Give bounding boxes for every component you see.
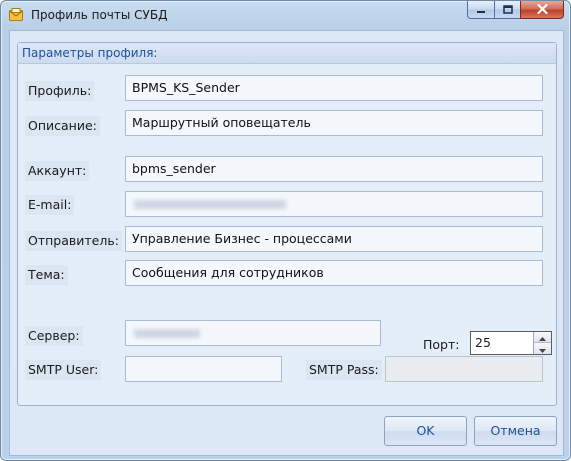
port-spinner[interactable]: 25 — [470, 331, 552, 355]
smtp-user-field[interactable] — [125, 356, 282, 382]
email-redaction — [134, 200, 286, 209]
group-title: Параметры профиля: — [22, 46, 158, 60]
smtp-pass-field[interactable] — [385, 356, 543, 382]
subject-field[interactable]: Сообщения для сотрудников — [125, 260, 543, 286]
ok-button[interactable]: OK — [384, 416, 467, 446]
server-label: Сервер: — [25, 326, 83, 346]
port-label: Порт: — [423, 337, 460, 352]
smtp-user-label: SMTP User: — [25, 360, 102, 380]
server-redaction — [134, 329, 200, 338]
profile-parameters-group: Параметры профиля: Профиль: BPMS_KS_Send… — [17, 42, 557, 406]
port-spin-buttons — [533, 332, 551, 354]
dialog-content: Параметры профиля: Профиль: BPMS_KS_Send… — [9, 30, 564, 456]
maximize-icon — [502, 3, 513, 17]
caption-buttons — [467, 1, 564, 21]
description-field[interactable]: Маршрутный оповещатель — [125, 110, 543, 136]
title-bar[interactable]: Профиль почты СУБД — [1, 1, 570, 29]
minimize-icon — [476, 3, 486, 17]
account-label: Аккаунт: — [25, 161, 90, 181]
mail-envelope-icon — [9, 8, 23, 21]
window-title: Профиль почты СУБД — [31, 8, 168, 22]
dialog-window: Профиль почты СУБД Параметры профиля: Пр… — [0, 0, 571, 461]
minimize-button[interactable] — [467, 1, 494, 19]
port-value: 25 — [475, 335, 491, 350]
sender-field[interactable]: Управление Бизнес - процессами — [125, 226, 543, 252]
chevron-down-icon — [539, 342, 546, 356]
maximize-button[interactable] — [494, 1, 520, 19]
email-label: E-mail: — [25, 195, 75, 215]
server-field[interactable] — [125, 320, 381, 346]
email-field[interactable] — [125, 191, 543, 217]
profile-label: Профиль: — [25, 81, 95, 101]
profile-field[interactable]: BPMS_KS_Sender — [125, 75, 543, 101]
close-button[interactable] — [520, 1, 564, 19]
port-decrement-button[interactable] — [534, 343, 551, 354]
description-label: Описание: — [25, 116, 100, 136]
sender-label: Отправитель: — [25, 231, 122, 251]
account-field[interactable]: bpms_sender — [125, 156, 543, 182]
close-icon — [536, 3, 548, 17]
subject-label: Тема: — [25, 265, 68, 285]
cancel-button[interactable]: Отмена — [474, 416, 557, 446]
group-header: Параметры профиля: — [18, 43, 556, 64]
smtp-pass-label: SMTP Pass: — [306, 360, 382, 380]
